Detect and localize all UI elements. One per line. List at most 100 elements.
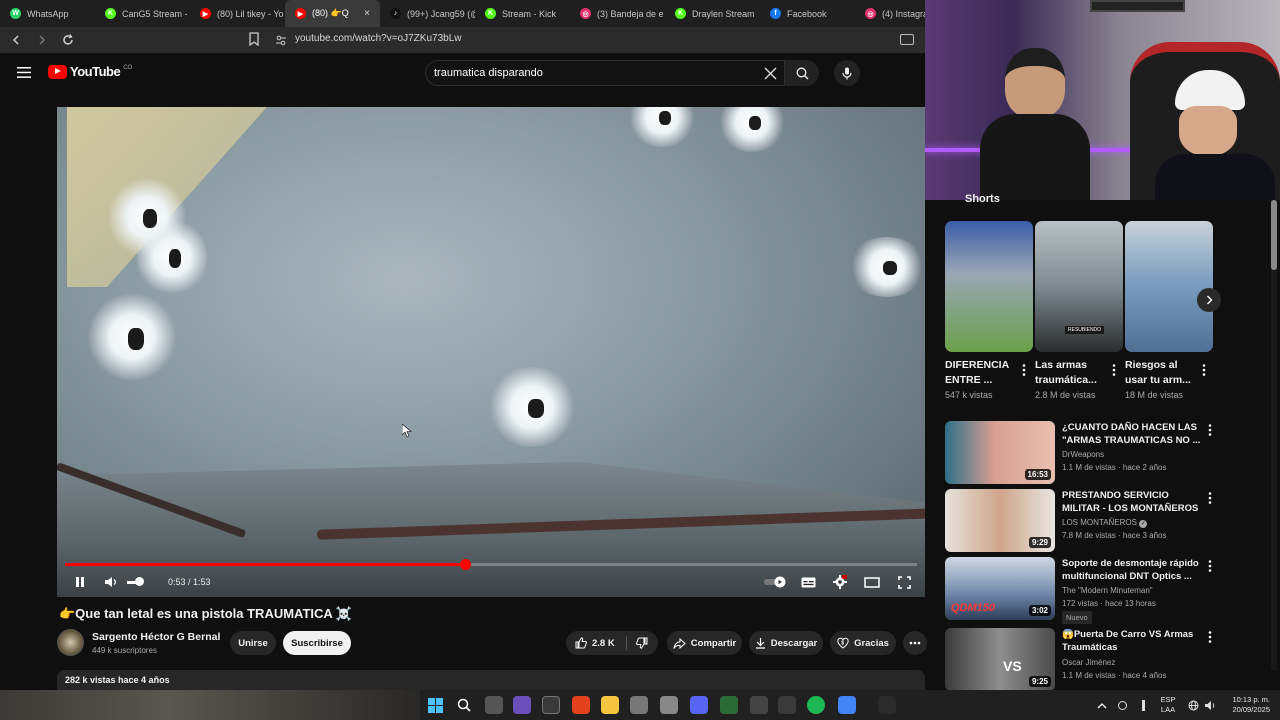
scrollbar-thumb[interactable] (1271, 200, 1277, 270)
pause-button[interactable] (71, 573, 89, 591)
browser-tab[interactable]: ♪ (99+) Jcang59 (@ (380, 0, 475, 27)
subscribe-button[interactable]: Suscribirse (283, 631, 351, 655)
app-icon[interactable] (878, 696, 896, 714)
store-app-icon[interactable] (630, 696, 648, 714)
video-title[interactable]: PRESTANDO SERVICIO MILITAR - LOS MONTAÑE… (1062, 489, 1202, 515)
chrome-icon[interactable] (838, 696, 856, 714)
capcut-app-icon[interactable] (542, 696, 560, 714)
tray-app-icon[interactable] (1113, 696, 1131, 714)
settings-button[interactable] (831, 573, 849, 591)
short-title[interactable]: Riesgos al usar tu arm... (1125, 358, 1201, 388)
browser-tab[interactable]: K Stream - Kick (475, 0, 570, 27)
video-channel[interactable]: DrWeapons (1062, 450, 1104, 459)
taskbar-search-button[interactable] (455, 696, 473, 714)
description-box[interactable]: 282 k vistas hace 4 años (57, 670, 925, 690)
video-title[interactable]: Soporte de desmontaje rápido multifuncio… (1062, 557, 1202, 583)
obs-icon[interactable] (750, 696, 768, 714)
more-vertical-icon[interactable] (1205, 491, 1215, 505)
more-vertical-icon[interactable] (1205, 559, 1215, 573)
more-vertical-icon[interactable] (1205, 630, 1215, 644)
channel-name[interactable]: Sargento Héctor G Bernal (92, 631, 220, 643)
search-input[interactable] (434, 65, 754, 81)
short-thumbnail[interactable]: RESUBIENDO (1035, 221, 1123, 352)
volume-tray-icon[interactable] (1201, 696, 1219, 714)
url-text[interactable]: youtube.com/watch?v=oJ7ZKu73bLw (295, 33, 462, 44)
related-video-item[interactable]: 9:29 PRESTANDO SERVICIO MILITAR - LOS MO… (945, 489, 1225, 553)
clear-search-icon[interactable] (764, 67, 777, 80)
more-actions-button[interactable] (903, 631, 927, 655)
thumbs-down-icon[interactable] (635, 637, 648, 649)
show-hidden-icons-button[interactable] (1093, 696, 1111, 714)
related-video-item[interactable]: VS 9:25 😱Puerta De Carro VS Armas Traumá… (945, 628, 1225, 692)
channel-avatar[interactable] (57, 629, 84, 656)
video-channel[interactable]: LOS MONTAÑEROS ✓ (1062, 518, 1148, 528)
search-button[interactable] (785, 60, 819, 86)
hamburger-menu-icon[interactable] (17, 67, 31, 78)
tray-usb-icon[interactable] (1134, 696, 1152, 714)
volume-slider-knob[interactable] (135, 577, 144, 586)
input-language[interactable]: ESP LAA (1157, 695, 1179, 715)
video-player[interactable]: 0:53 / 1:53 (57, 107, 925, 597)
related-video-item[interactable]: QDM150 3:02 Soporte de desmontaje rápido… (945, 557, 1225, 624)
more-vertical-icon[interactable] (1109, 363, 1119, 377)
video-thumbnail[interactable]: QDM150 3:02 (945, 557, 1055, 620)
video-thumbnail[interactable]: 16:53 (945, 421, 1055, 484)
reload-button[interactable] (58, 30, 78, 50)
shorts-next-button[interactable] (1197, 288, 1221, 312)
voice-search-button[interactable] (834, 60, 860, 86)
video-thumbnail[interactable]: VS 9:25 (945, 628, 1055, 691)
short-item[interactable]: Riesgos al usar tu arm... 18 M de vistas (1125, 221, 1213, 400)
security-app-icon[interactable] (660, 696, 678, 714)
browser-tab[interactable]: ▶ (80) Lil tikey - Yo (190, 0, 285, 27)
fullscreen-button[interactable] (895, 573, 913, 591)
video-title[interactable]: ¿CUANTO DAÑO HACEN LAS "ARMAS TRAUMATICA… (1062, 421, 1202, 447)
autoplay-toggle[interactable] (762, 573, 790, 591)
video-thumbnail[interactable]: 9:29 (945, 489, 1055, 552)
browser-tab[interactable]: K Draylen Stream (665, 0, 760, 27)
thanks-button[interactable]: $ Gracias (830, 631, 896, 655)
youtube-logo[interactable]: YouTube CO (48, 64, 132, 79)
network-icon[interactable] (1184, 696, 1202, 714)
mute-button[interactable] (101, 573, 119, 591)
start-button[interactable] (426, 696, 444, 714)
bookmark-icon[interactable] (248, 32, 260, 46)
short-title[interactable]: DIFERENCIA ENTRE ... (945, 358, 1021, 388)
more-vertical-icon[interactable] (1205, 423, 1215, 437)
share-button[interactable]: Compartir (667, 631, 742, 655)
spotify-icon[interactable] (807, 696, 825, 714)
download-button[interactable]: Descargar (749, 631, 823, 655)
browser-tab[interactable]: K CanG5 Stream - K (95, 0, 190, 27)
video-channel[interactable]: Oscar Jiménez (1062, 658, 1115, 667)
related-video-item[interactable]: 16:53 ¿CUANTO DAÑO HACEN LAS "ARMAS TRAU… (945, 421, 1225, 485)
sidebar-scrollbar[interactable] (1271, 200, 1277, 670)
chat-app-icon[interactable] (513, 696, 531, 714)
more-vertical-icon[interactable] (1199, 363, 1209, 377)
app-icon[interactable] (778, 696, 796, 714)
browser-tab[interactable]: ◎ (3) Bandeja de e (570, 0, 665, 27)
excel-like-app-icon[interactable] (720, 696, 738, 714)
video-title[interactable]: 😱Puerta De Carro VS Armas Traumáticas (1062, 628, 1202, 654)
browser-tab[interactable]: f Facebook (760, 0, 855, 27)
more-vertical-icon[interactable] (1019, 363, 1029, 377)
short-title[interactable]: Las armas traumática... (1035, 358, 1111, 388)
browser-tab[interactable]: ◎ (4) Instagram (855, 0, 925, 27)
join-button[interactable]: Unirse (230, 631, 276, 655)
close-tab-icon[interactable]: × (364, 8, 370, 19)
theater-mode-button[interactable] (863, 573, 881, 591)
browser-tab[interactable]: ▶ (80) 👉Q × (285, 0, 380, 27)
subtitles-button[interactable] (799, 573, 817, 591)
short-thumbnail[interactable] (1125, 221, 1213, 352)
video-channel[interactable]: The "Modern Minuteman" (1062, 586, 1153, 595)
discord-icon[interactable] (690, 696, 708, 714)
short-item[interactable]: DIFERENCIA ENTRE ... 547 k vistas (945, 221, 1033, 400)
browser-tab[interactable]: W WhatsApp (0, 0, 95, 27)
site-info-icon[interactable] (275, 34, 287, 46)
thumbs-up-icon[interactable] (575, 637, 587, 649)
short-thumbnail[interactable] (945, 221, 1033, 352)
back-button[interactable] (6, 30, 26, 50)
forward-button[interactable] (32, 30, 52, 50)
sidebar-toggle-icon[interactable] (900, 34, 914, 45)
brave-browser-icon[interactable] (572, 696, 590, 714)
video-progress-bar[interactable] (65, 559, 917, 570)
like-count[interactable]: 2.8 K (592, 638, 615, 649)
